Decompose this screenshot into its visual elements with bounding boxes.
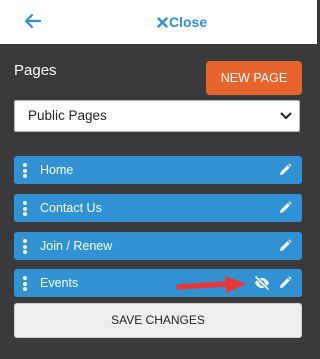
pencil-icon[interactable] (278, 163, 292, 177)
page-item-events[interactable]: Events (14, 269, 302, 297)
drag-handle-icon[interactable] (23, 239, 29, 254)
x-icon (157, 17, 168, 28)
page-item-label: Events (40, 276, 79, 290)
page-filter-value: Public Pages (28, 108, 107, 123)
save-changes-button[interactable]: SAVE CHANGES (14, 303, 302, 338)
close-label: Close (169, 14, 208, 30)
chevron-down-icon (280, 112, 292, 119)
page-item-label: Contact Us (40, 201, 102, 215)
page-filter-select[interactable]: Public Pages (14, 100, 300, 132)
new-page-button[interactable]: NEW PAGE (206, 61, 302, 95)
page-item-contact-us[interactable]: Contact Us (14, 194, 302, 222)
page-item-label: Home (40, 163, 74, 177)
arrow-left-icon (24, 13, 42, 29)
drag-handle-icon[interactable] (23, 163, 29, 178)
pencil-icon[interactable] (278, 276, 292, 290)
pencil-icon[interactable] (278, 239, 292, 253)
pages-heading: Pages (14, 62, 57, 79)
top-bar: Close (0, 0, 317, 44)
back-button[interactable] (22, 10, 44, 32)
annotation-arrow-icon (176, 276, 247, 293)
close-button[interactable]: Close (157, 12, 207, 32)
page-item-join-renew[interactable]: Join / Renew (14, 232, 302, 260)
page-item-label: Join / Renew (40, 239, 113, 253)
eye-slash-icon[interactable] (254, 276, 270, 290)
page-item-home[interactable]: Home (14, 156, 302, 184)
pencil-icon[interactable] (278, 201, 292, 215)
drag-handle-icon[interactable] (23, 276, 29, 291)
drag-handle-icon[interactable] (23, 201, 29, 216)
